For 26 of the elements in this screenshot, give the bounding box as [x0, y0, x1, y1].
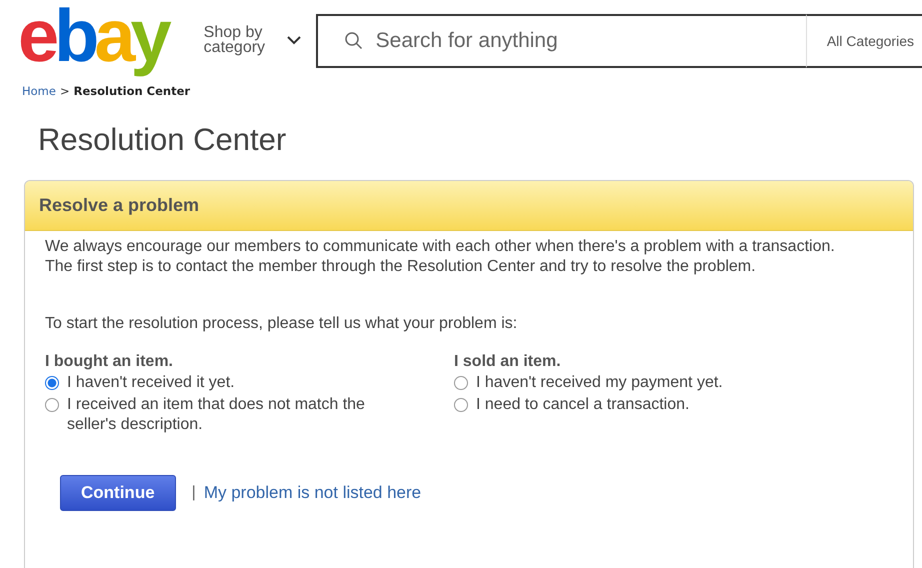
radio-button[interactable] [454, 398, 468, 412]
search-input[interactable]: Search for anything [374, 28, 806, 54]
page-title: Resolution Center [38, 122, 288, 158]
intro-text: We always encourage our members to communicate with each other when there's a problem with a transaction. The first step is to contact the member through the Resolution Center and try to resolve the problem. [45, 237, 836, 277]
panel-title: Resolve a problem [39, 195, 200, 215]
shop-by-category-button[interactable]: Shop by category [204, 24, 302, 56]
search-icon [344, 31, 364, 51]
group-heading: I sold an item. [454, 353, 562, 371]
search-field[interactable]: Search for anything [316, 14, 806, 68]
radio-button[interactable] [45, 376, 59, 390]
link-separator: | [192, 484, 196, 502]
category-dropdown[interactable]: All Categories [806, 14, 922, 68]
prompt-text: To start the resolution process, please tell us what your problem is: [45, 315, 518, 333]
breadcrumb-link[interactable]: Home [22, 84, 56, 98]
option-label[interactable]: I need to cancel a transaction. [476, 395, 690, 415]
breadcrumb-current: Resolution Center [74, 84, 190, 98]
option-label[interactable]: I received an item that does not match the seller's description. [67, 395, 405, 435]
option-label[interactable]: I haven't received my payment yet. [476, 373, 723, 393]
radio-button[interactable] [45, 398, 59, 412]
continue-button[interactable]: Continue [60, 475, 176, 511]
breadcrumb-separator: > [60, 84, 70, 98]
group-heading: I bought an item. [45, 353, 174, 371]
chevron-down-icon [286, 35, 302, 45]
not-listed-link[interactable]: My problem is not listed here [204, 483, 422, 503]
option-label[interactable]: I haven't received it yet. [67, 373, 235, 393]
radio-button[interactable] [454, 376, 468, 390]
